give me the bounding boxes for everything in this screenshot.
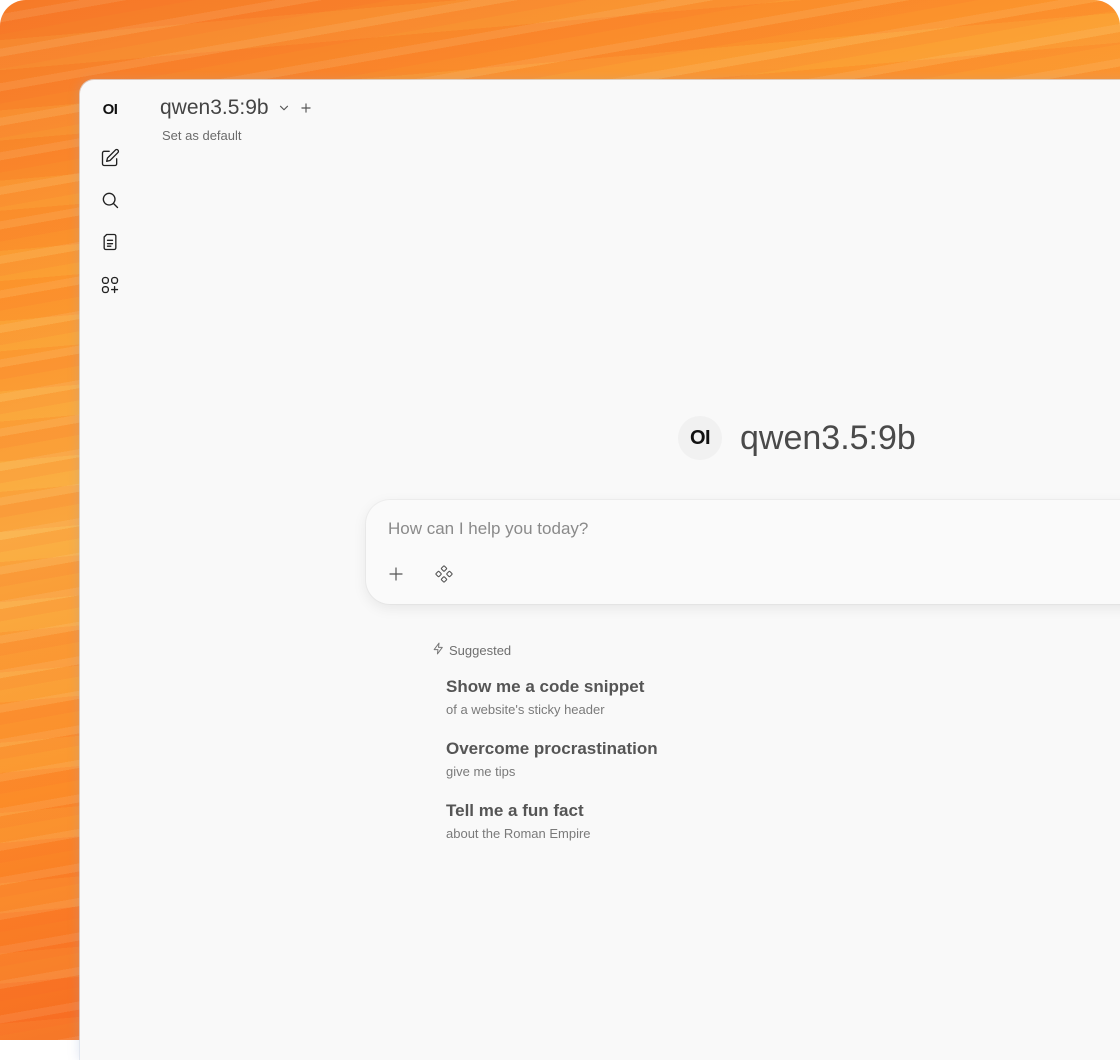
hero-model-name: qwen3.5:9b: [740, 418, 916, 457]
add-attachment-button[interactable]: [384, 562, 408, 586]
suggested-label: Suggested: [449, 642, 512, 658]
model-avatar: OI: [678, 416, 722, 460]
suggested-heading: Suggested: [432, 642, 511, 658]
suggestion-item[interactable]: Show me a code snippet of a website's st…: [446, 676, 658, 719]
app-window: OI qwen3.5:9b Set as default OI qwen3.5:…: [80, 80, 1120, 1060]
message-input[interactable]: [386, 516, 1090, 542]
chevron-down-icon[interactable]: [277, 101, 291, 115]
message-composer: [366, 500, 1120, 604]
suggestion-subtitle: give me tips: [446, 764, 516, 779]
search-icon[interactable]: [98, 188, 122, 212]
suggestion-title: Show me a code snippet: [446, 677, 645, 696]
new-chat-icon[interactable]: [98, 146, 122, 170]
suggestion-item[interactable]: Tell me a fun fact about the Roman Empir…: [446, 800, 658, 843]
model-selector[interactable]: qwen3.5:9b: [160, 96, 313, 120]
suggestion-subtitle: about the Roman Empire: [446, 826, 591, 841]
model-name[interactable]: qwen3.5:9b: [160, 96, 269, 120]
app-logo[interactable]: OI: [98, 97, 122, 121]
suggestion-subtitle: of a website's sticky header: [446, 702, 605, 717]
sidebar: OI: [80, 80, 140, 1060]
notes-icon[interactable]: [98, 230, 122, 254]
suggestion-item[interactable]: Overcome procrastination give me tips: [446, 738, 658, 781]
suggestion-title: Tell me a fun fact: [446, 801, 584, 820]
hero-model: OI qwen3.5:9b: [678, 416, 916, 460]
suggestion-list: Show me a code snippet of a website's st…: [446, 676, 658, 862]
suggestion-title: Overcome procrastination: [446, 739, 658, 758]
add-model-button[interactable]: [299, 101, 313, 115]
lightning-icon: [432, 642, 445, 658]
set-as-default-link[interactable]: Set as default: [162, 128, 242, 143]
integrations-icon[interactable]: [432, 562, 456, 586]
workspace-icon[interactable]: [98, 273, 122, 297]
